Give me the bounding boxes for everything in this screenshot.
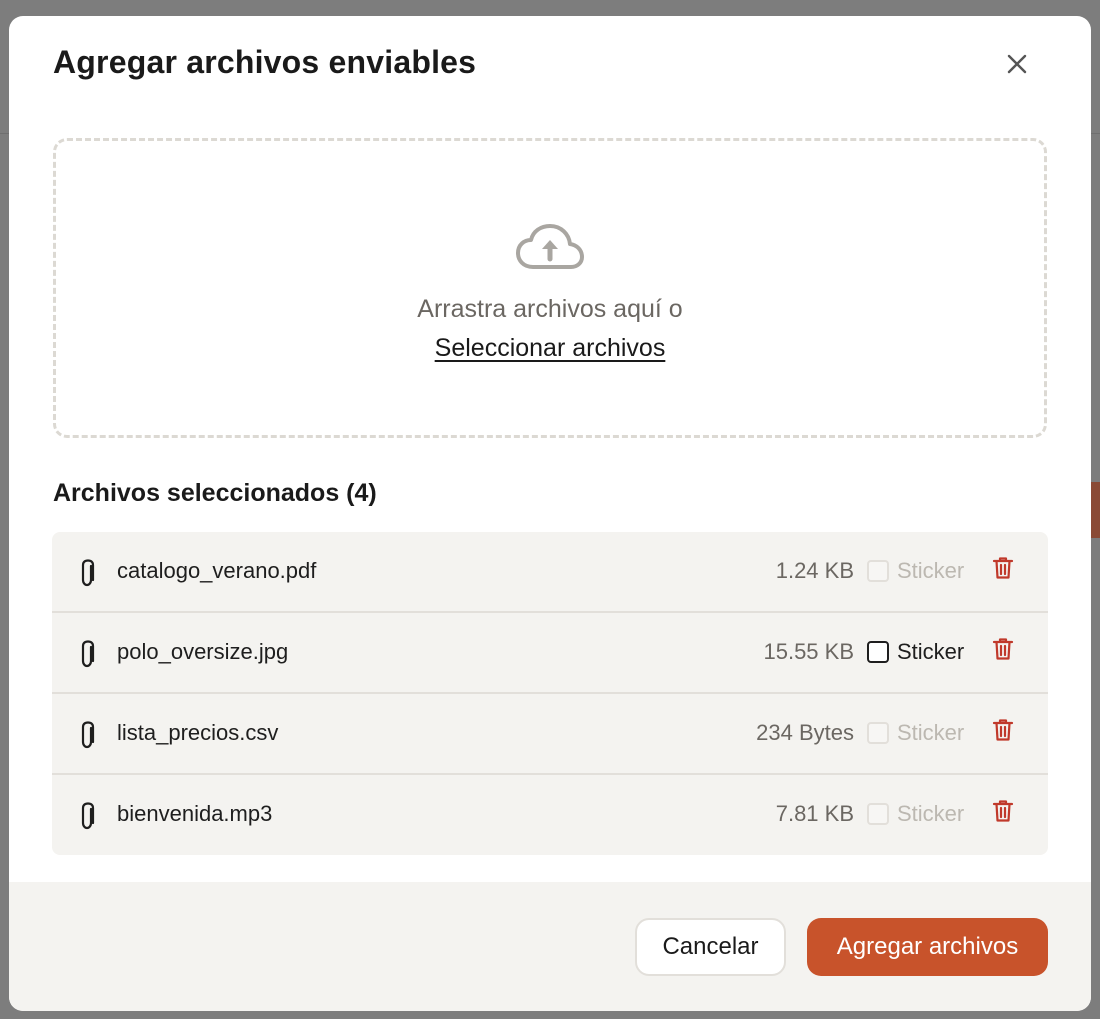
background-accent xyxy=(1090,482,1100,538)
sticker-option: Sticker xyxy=(867,639,964,665)
cloud-upload-icon xyxy=(516,224,584,269)
trash-icon[interactable] xyxy=(992,637,1014,661)
close-button[interactable] xyxy=(1001,48,1033,80)
close-icon xyxy=(1007,54,1027,74)
select-files-link[interactable]: Seleccionar archivos xyxy=(435,334,666,363)
trash-icon[interactable] xyxy=(992,799,1014,823)
paperclip-icon xyxy=(81,640,95,668)
sticker-label: Sticker xyxy=(897,558,965,583)
paperclip-icon xyxy=(81,721,95,749)
sticker-label: Sticker xyxy=(897,639,965,664)
modal-footer: Cancelar Agregar archivos xyxy=(9,882,1091,1011)
file-name: bienvenida.mp3 xyxy=(117,801,273,826)
cancel-button[interactable]: Cancelar xyxy=(635,918,786,976)
file-size: 1.24 KB xyxy=(775,558,854,583)
dropzone-text: Arrastra archivos aquí o xyxy=(417,295,683,323)
sticker-checkbox[interactable] xyxy=(867,722,889,744)
modal-title: Agregar archivos enviables xyxy=(53,44,477,80)
file-name: lista_precios.csv xyxy=(117,720,279,745)
file-row: catalogo_verano.pdf 1.24 KB Sticker xyxy=(52,532,1048,613)
file-dropzone[interactable]: Arrastra archivos aquí o Seleccionar arc… xyxy=(53,138,1047,438)
paperclip-icon xyxy=(81,802,95,830)
sticker-checkbox[interactable] xyxy=(867,560,889,582)
file-row: bienvenida.mp3 7.81 KB Sticker xyxy=(52,775,1048,855)
add-files-modal: Agregar archivos enviables Arrastra arch… xyxy=(9,16,1091,1011)
paperclip-icon xyxy=(81,559,95,587)
selected-files-list: catalogo_verano.pdf 1.24 KB Sticker polo… xyxy=(52,532,1048,855)
add-files-button[interactable]: Agregar archivos xyxy=(807,918,1048,976)
sticker-label: Sticker xyxy=(897,801,965,826)
file-size: 15.55 KB xyxy=(763,639,854,664)
trash-icon[interactable] xyxy=(992,718,1014,742)
file-size: 234 Bytes xyxy=(756,720,854,745)
sticker-checkbox[interactable] xyxy=(867,641,889,663)
modal-header: Agregar archivos enviables xyxy=(9,16,1091,116)
sticker-checkbox[interactable] xyxy=(867,803,889,825)
sticker-option: Sticker xyxy=(867,801,964,827)
file-size: 7.81 KB xyxy=(775,801,854,826)
file-row: polo_oversize.jpg 15.55 KB Sticker xyxy=(52,613,1048,694)
file-name: catalogo_verano.pdf xyxy=(117,558,317,583)
sticker-option: Sticker xyxy=(867,558,964,584)
file-name: polo_oversize.jpg xyxy=(117,639,289,664)
selected-files-title: Archivos seleccionados (4) xyxy=(53,479,377,507)
trash-icon[interactable] xyxy=(992,556,1014,580)
file-row: lista_precios.csv 234 Bytes Sticker xyxy=(52,694,1048,775)
sticker-option: Sticker xyxy=(867,720,964,746)
sticker-label: Sticker xyxy=(897,720,965,745)
